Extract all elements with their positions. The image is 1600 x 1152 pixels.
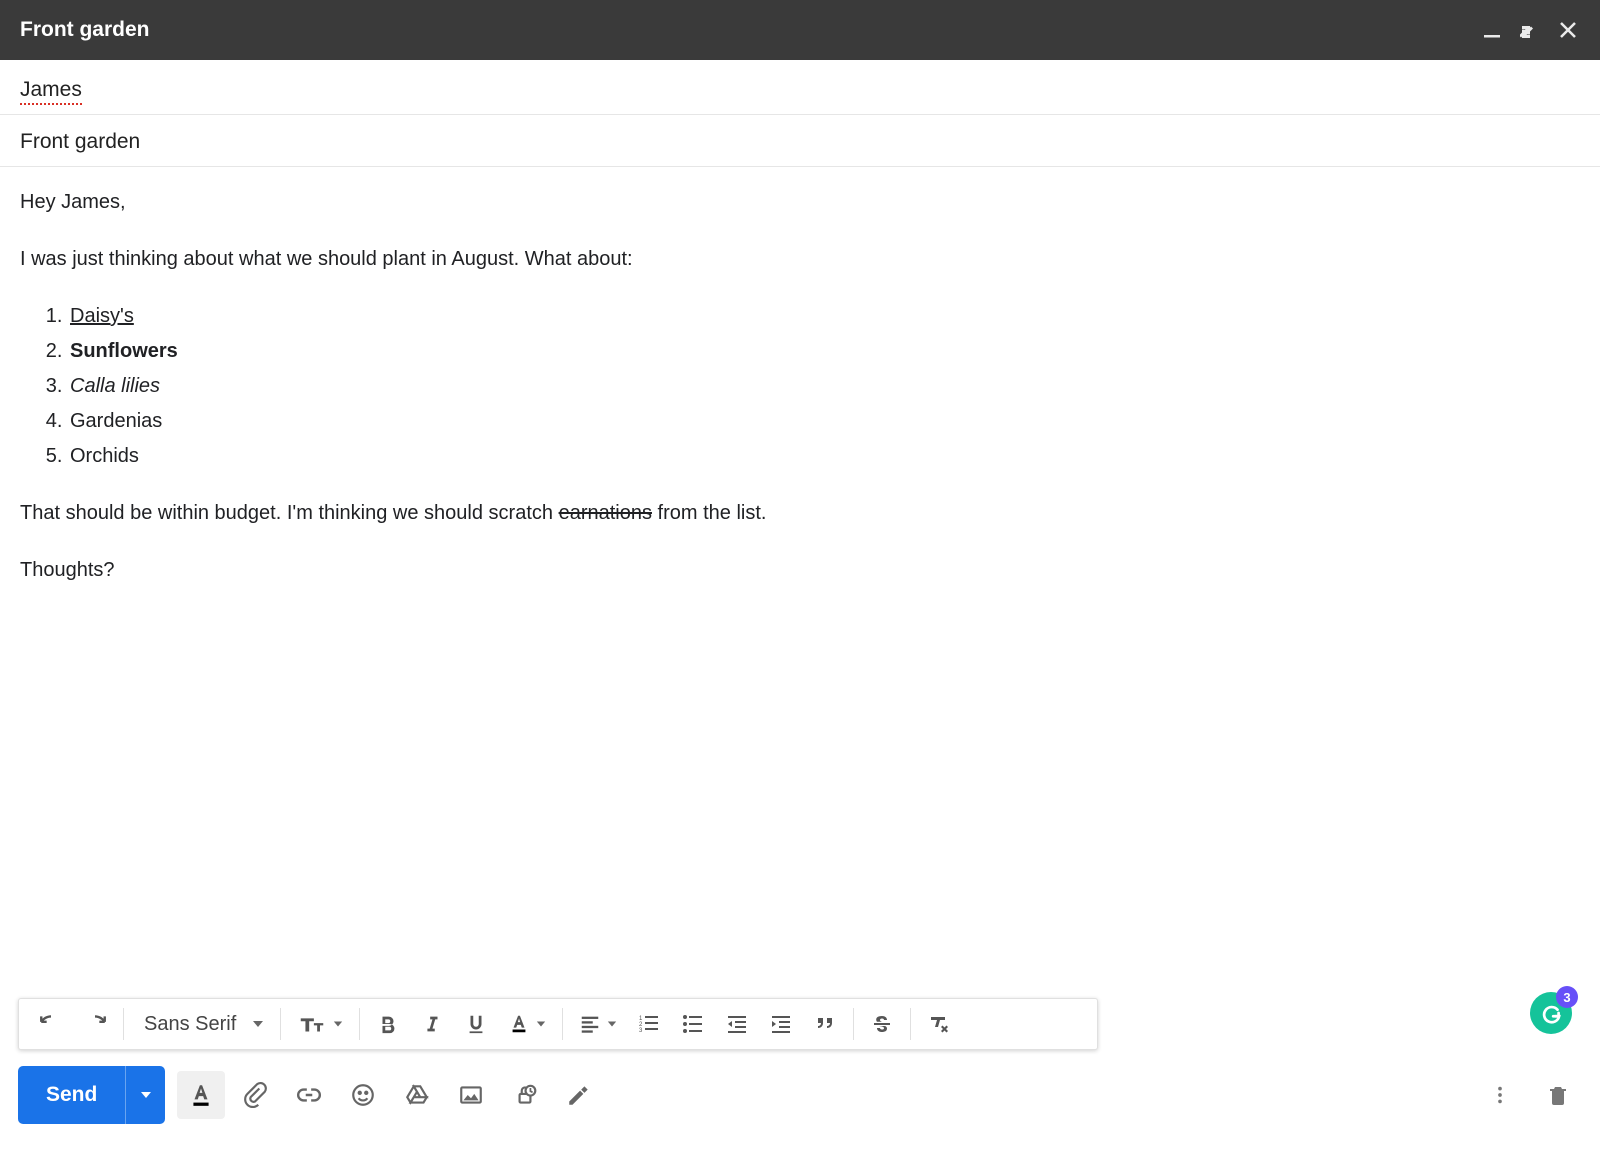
confidential-mode-button[interactable] xyxy=(501,1071,549,1119)
compose-actions xyxy=(177,1071,603,1119)
body-intro: I was just thinking about what we should… xyxy=(20,244,1580,275)
quote-button[interactable] xyxy=(803,1004,847,1044)
bulleted-list-button[interactable] xyxy=(671,1004,715,1044)
bold-button[interactable] xyxy=(366,1004,410,1044)
window-title: Front garden xyxy=(20,18,1482,42)
popout-icon[interactable] xyxy=(1520,20,1540,40)
chevron-down-icon xyxy=(607,1019,617,1029)
font-family-select[interactable]: Sans Serif xyxy=(130,1004,274,1044)
insert-drive-button[interactable] xyxy=(393,1071,441,1119)
grammarly-badge[interactable] xyxy=(1530,992,1572,1034)
send-bar: Send xyxy=(18,1066,1582,1124)
body-budget: That should be within budget. I'm thinki… xyxy=(20,498,1580,529)
numbered-list-button[interactable]: 123 xyxy=(627,1004,671,1044)
italic-button[interactable] xyxy=(410,1004,454,1044)
close-icon[interactable] xyxy=(1558,20,1578,40)
recipient-chip[interactable]: James xyxy=(20,78,82,101)
discard-draft-button[interactable] xyxy=(1534,1071,1582,1119)
send-more-button[interactable] xyxy=(125,1066,165,1124)
strikethrough-button[interactable] xyxy=(860,1004,904,1044)
send-main-button[interactable]: Send xyxy=(18,1066,125,1124)
insert-emoji-button[interactable] xyxy=(339,1071,387,1119)
list-item: Calla lilies xyxy=(68,371,1580,402)
indent-less-button[interactable] xyxy=(715,1004,759,1044)
indent-more-button[interactable] xyxy=(759,1004,803,1044)
insert-photo-button[interactable] xyxy=(447,1071,495,1119)
list-item: Daisy's xyxy=(68,301,1580,332)
subject-field[interactable]: Front garden xyxy=(0,115,1600,167)
chevron-down-icon xyxy=(252,1018,264,1030)
formatting-toolbar: Sans Serif 123 xyxy=(18,998,1098,1050)
align-button[interactable] xyxy=(569,1004,627,1044)
undo-button[interactable] xyxy=(29,1004,73,1044)
list-item: Orchids xyxy=(68,441,1580,472)
message-body[interactable]: Hey James, I was just thinking about wha… xyxy=(0,167,1600,590)
titlebar: Front garden xyxy=(0,0,1600,60)
more-options-button[interactable] xyxy=(1476,1071,1524,1119)
insert-link-button[interactable] xyxy=(285,1071,333,1119)
send-button[interactable]: Send xyxy=(18,1066,165,1124)
window-controls xyxy=(1482,20,1578,40)
chevron-down-icon xyxy=(536,1019,546,1029)
body-list: Daisy's Sunflowers Calla lilies Gardenia… xyxy=(68,301,1580,472)
text-color-button[interactable] xyxy=(498,1004,556,1044)
body-greeting: Hey James, xyxy=(20,187,1580,218)
body-closing: Thoughts? xyxy=(20,555,1580,586)
list-item: Gardenias xyxy=(68,406,1580,437)
compose-window: Front garden James Front garden Hey Jame… xyxy=(0,0,1600,1152)
formatting-options-button[interactable] xyxy=(177,1071,225,1119)
attach-file-button[interactable] xyxy=(231,1071,279,1119)
svg-text:3: 3 xyxy=(639,1028,643,1034)
remove-formatting-button[interactable] xyxy=(917,1004,961,1044)
font-size-button[interactable] xyxy=(287,1004,353,1044)
list-item: Sunflowers xyxy=(68,336,1580,367)
chevron-down-icon xyxy=(333,1019,343,1029)
redo-button[interactable] xyxy=(73,1004,117,1044)
minimize-icon[interactable] xyxy=(1482,20,1502,40)
insert-signature-button[interactable] xyxy=(555,1071,603,1119)
compose-right-actions xyxy=(1476,1071,1582,1119)
underline-button[interactable] xyxy=(454,1004,498,1044)
recipients-field[interactable]: James xyxy=(0,60,1600,115)
